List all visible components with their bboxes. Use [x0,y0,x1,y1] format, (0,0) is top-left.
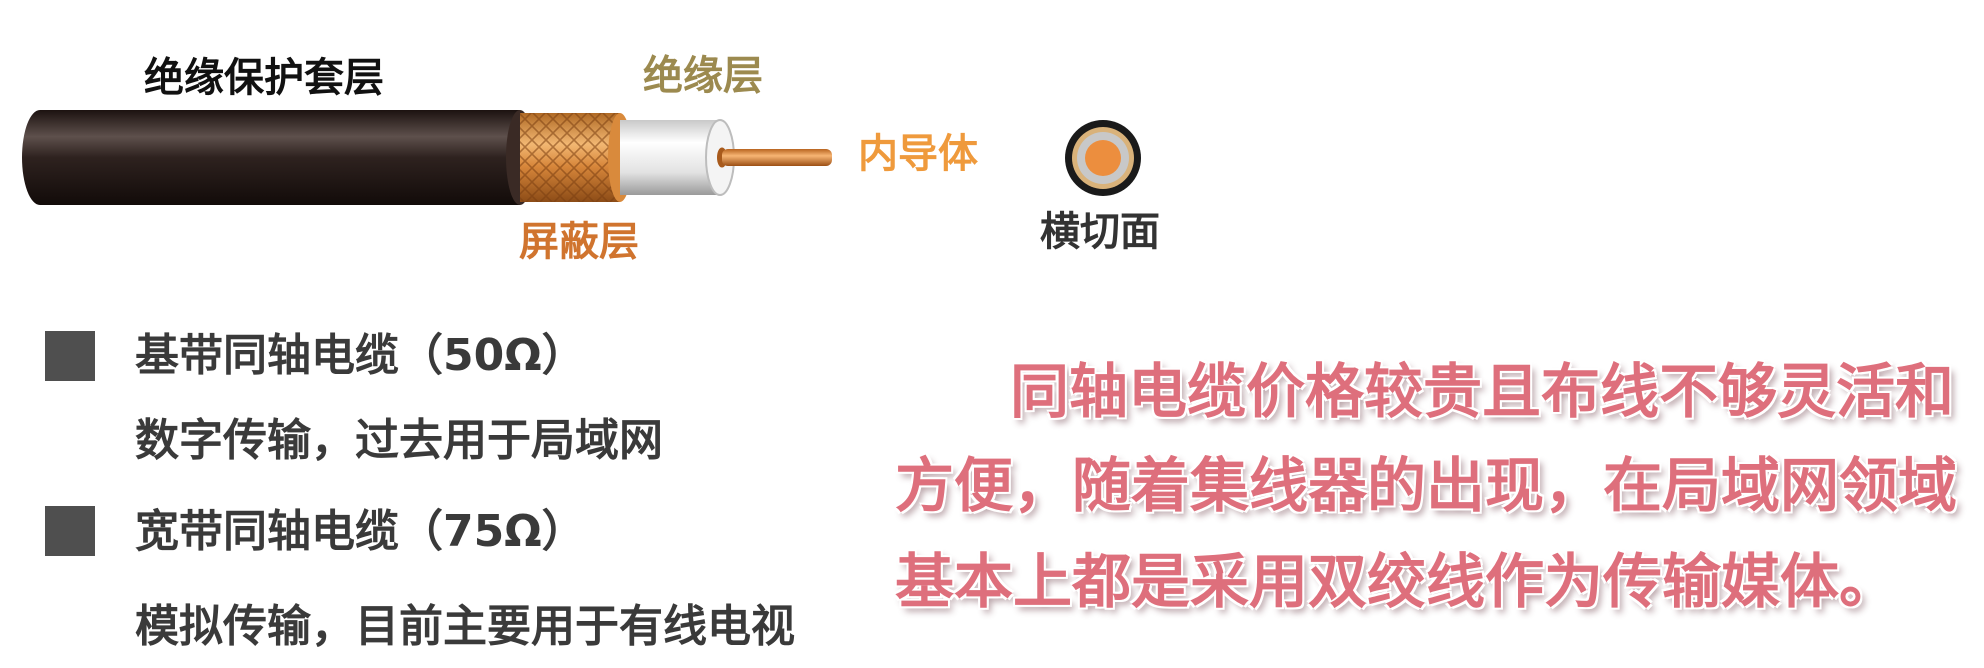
label-insulation: 绝缘层 [643,53,763,99]
bullet-square [45,331,95,381]
label-jacket: 绝缘保护套层 [144,55,384,101]
note-line: 基本上都是采用双绞线作为传输媒体。 [895,547,1899,616]
jacket-layer [22,110,521,205]
label-cross-section: 横切面 [1040,209,1160,255]
list-item-desc: 数字传输，过去用于局域网 [135,415,663,466]
note-line: 方便，随着集线器的出现，在局域网领域 [895,451,1958,520]
list-item-title: 宽带同轴电缆（75Ω） [135,506,586,557]
inner-conductor [722,149,832,166]
list-item-desc: 模拟传输，目前主要用于有线电视 [135,601,795,652]
bullet-square [45,506,95,556]
cross-section-core [1085,140,1121,176]
list-item-title: 基带同轴电缆（50Ω） [135,330,586,381]
note-line: 同轴电缆价格较贵且布线不够灵活和 [1010,357,1955,426]
label-conductor: 内导体 [858,131,978,177]
label-shield: 屏蔽层 [519,219,639,265]
